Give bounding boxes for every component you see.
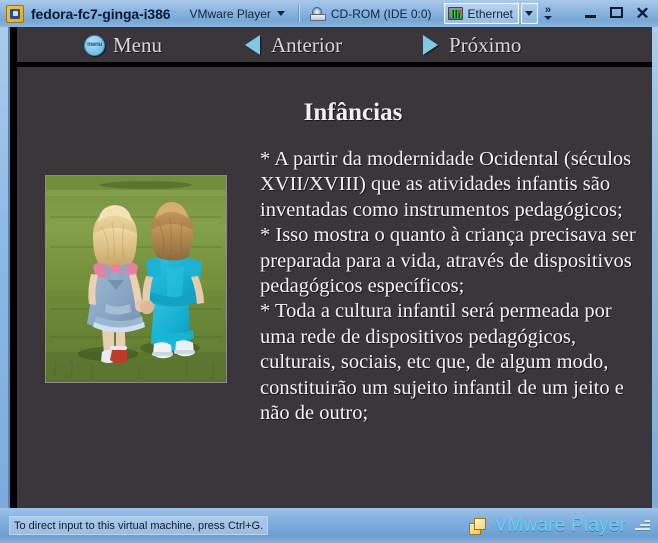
cdrom-icon [309, 6, 326, 21]
window-title: fedora-fc7-ginga-i386 [31, 5, 171, 22]
vmware-player-brand: VMware Player [468, 514, 658, 537]
vmware-logo-icon [468, 517, 488, 535]
vmware-statusbar: To direct input to this virtual machine,… [0, 508, 658, 543]
menubar-divider [17, 62, 652, 67]
window-controls: ✕ [584, 5, 658, 22]
vmware-vm-icon [6, 4, 24, 23]
chevron-down-icon [543, 16, 552, 20]
cdrom-label: CD-ROM (IDE 0:0) [330, 6, 432, 21]
chevron-down-icon [525, 11, 534, 16]
menu-button-label: Menu [113, 32, 162, 57]
vmware-player-menu-button[interactable]: VMware Player [187, 3, 290, 25]
cdrom-device-button[interactable]: CD-ROM (IDE 0:0) [307, 3, 435, 25]
toolbar-overflow-button[interactable]: » [543, 4, 552, 20]
ethernet-dropdown-button[interactable] [520, 3, 538, 24]
arrow-right-icon [423, 35, 438, 55]
vmware-player-window: fedora-fc7-ginga-i386 VMware Player CD-R… [0, 0, 658, 543]
next-button-label: Próximo [449, 32, 522, 57]
ethernet-device-button[interactable]: Ethernet » [441, 3, 555, 25]
minimize-button[interactable] [584, 7, 597, 20]
ethernet-label: Ethernet [467, 6, 513, 21]
menu-button[interactable]: menu Menu [84, 31, 162, 59]
previous-button[interactable]: Anterior [245, 31, 342, 59]
vmware-player-menu-label: VMware Player [189, 6, 271, 21]
overflow-chevrons-label: » [544, 4, 551, 16]
window-titlebar: fedora-fc7-ginga-i386 VMware Player CD-R… [0, 0, 658, 27]
arrow-left-icon [245, 35, 260, 55]
vm-display-frame: menu Menu Anterior Próximo Infâncias * A… [8, 27, 652, 508]
slide-body-text: * A partir da modernidade Ocidental (séc… [260, 148, 636, 425]
toolbar-divider [297, 5, 299, 22]
next-button[interactable]: Próximo [423, 31, 521, 59]
menu-badge-icon: menu [84, 34, 105, 56]
vm-guest-screen[interactable]: menu Menu Anterior Próximo Infâncias * A… [17, 27, 652, 508]
maximize-button[interactable] [610, 7, 623, 20]
close-button[interactable]: ✕ [635, 5, 649, 22]
status-message: To direct input to this virtual machine,… [9, 516, 269, 535]
brand-label: VMware Player [494, 514, 626, 536]
resize-grip[interactable] [634, 518, 650, 534]
chevron-down-icon [276, 11, 285, 16]
slide-photo [45, 175, 227, 383]
menu-badge-text: menu [87, 42, 102, 48]
slide-title: Infâncias [303, 99, 403, 126]
presentation-menubar: menu Menu Anterior Próximo [17, 27, 652, 62]
ethernet-icon [447, 7, 463, 20]
previous-button-label: Anterior [271, 32, 343, 57]
